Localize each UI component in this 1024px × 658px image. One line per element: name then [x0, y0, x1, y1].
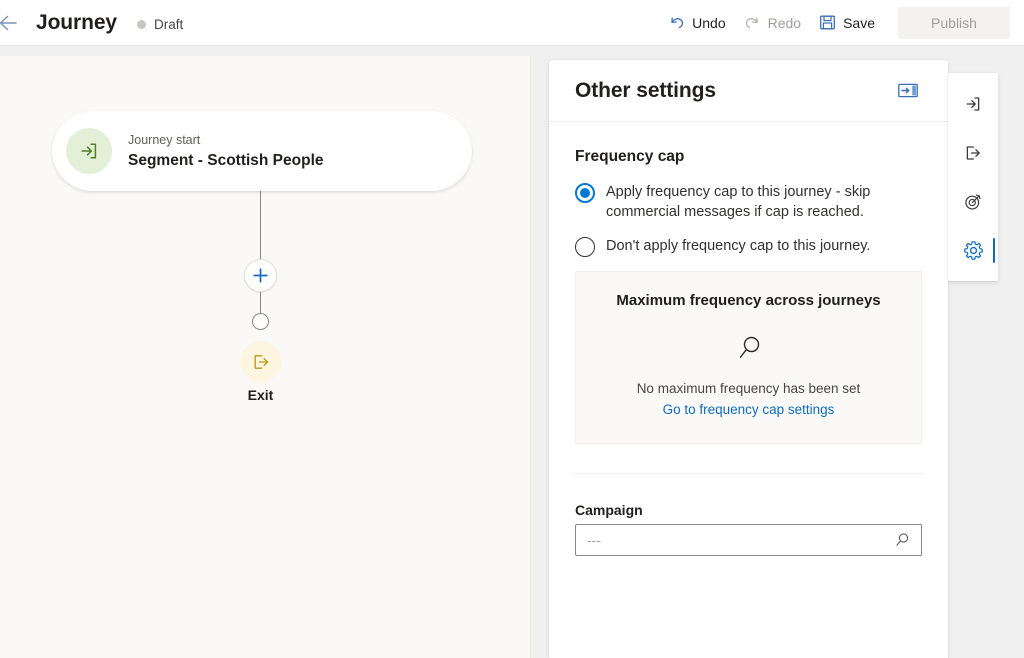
undo-button[interactable]: Undo: [659, 8, 734, 37]
rail-item-goal[interactable]: [948, 177, 998, 226]
redo-button[interactable]: Redo: [735, 8, 810, 37]
magnifier-icon: [739, 336, 759, 358]
path-end-node[interactable]: [252, 313, 269, 330]
command-bar-actions: Undo Redo Save Publish: [659, 6, 1024, 39]
exit-icon: [966, 145, 980, 160]
radio-apply-frequency-cap-control[interactable]: [575, 183, 595, 203]
campaign-lookup[interactable]: [575, 524, 922, 556]
enter-icon: [81, 143, 97, 159]
campaign-field-group: Campaign: [575, 502, 922, 556]
rail-item-other-settings[interactable]: [948, 226, 998, 275]
panel-divider: [575, 473, 922, 474]
command-bar: Journey Draft Undo Redo Save Publish: [0, 0, 1024, 46]
exit-node[interactable]: [240, 341, 281, 382]
entry-icon: [966, 96, 980, 111]
publish-button[interactable]: Publish: [898, 6, 1010, 39]
connector-line-top: [260, 191, 261, 259]
goal-icon: [965, 194, 981, 210]
other-settings-panel: Other settings Frequency cap Apply frequ…: [549, 60, 948, 658]
panel-body: Frequency cap Apply frequency cap to thi…: [549, 122, 948, 556]
journey-canvas[interactable]: Journey start Segment - Scottish People …: [0, 56, 531, 658]
add-step-button[interactable]: [244, 259, 277, 292]
status-badge: Draft: [137, 17, 183, 32]
connector-line-bottom: [260, 292, 261, 314]
frequency-cap-settings-link[interactable]: Go to frequency cap settings: [663, 402, 835, 417]
page-title: Journey: [36, 10, 117, 34]
back-button[interactable]: [0, 8, 22, 38]
undo-label: Undo: [692, 14, 726, 31]
max-frequency-empty-illustration: [592, 333, 905, 363]
journey-designer-app: Journey Draft Undo Redo Save Publish Jou…: [0, 0, 1024, 658]
undo-icon: [668, 14, 685, 31]
radio-dont-apply-frequency-cap-label: Don't apply frequency cap to this journe…: [606, 238, 871, 254]
save-button[interactable]: Save: [810, 8, 884, 37]
max-frequency-card: Maximum frequency across journeys No max…: [575, 271, 922, 444]
redo-label: Redo: [767, 14, 802, 31]
journey-settings-rail: [948, 73, 998, 281]
radio-dont-apply-frequency-cap-control[interactable]: [575, 237, 595, 257]
rail-item-journey-start[interactable]: [948, 79, 998, 128]
journey-start-card[interactable]: Journey start Segment - Scottish People: [52, 111, 472, 191]
panel-collapse-icon: [898, 83, 918, 98]
status-label: Draft: [154, 16, 184, 32]
arrow-left-icon: [0, 15, 17, 30]
campaign-label: Campaign: [575, 502, 643, 518]
panel-title: Other settings: [575, 78, 716, 102]
radio-dont-apply-frequency-cap[interactable]: Don't apply frequency cap to this journe…: [575, 236, 922, 257]
radio-apply-frequency-cap[interactable]: Apply frequency cap to this journey - sk…: [575, 182, 922, 222]
panel-header: Other settings: [549, 60, 948, 122]
save-icon: [819, 14, 836, 31]
search-icon: [896, 533, 909, 546]
radio-apply-frequency-cap-label: Apply frequency cap to this journey - sk…: [606, 184, 871, 220]
exit-node-label: Exit: [247, 387, 274, 403]
rail-item-exit[interactable]: [948, 128, 998, 177]
journey-start-icon: [66, 128, 112, 174]
plus-icon: [253, 268, 268, 283]
exit-icon: [254, 354, 268, 369]
journey-start-name: Segment - Scottish People: [128, 151, 324, 169]
journey-start-kicker: Journey start: [128, 132, 201, 147]
collapse-panel-button[interactable]: [894, 79, 922, 102]
title-block: Journey Draft: [36, 11, 183, 35]
journey-start-text: Journey start Segment - Scottish People: [128, 132, 324, 171]
max-frequency-empty-text: No maximum frequency has been set: [636, 381, 861, 396]
max-frequency-card-title: Maximum frequency across journeys: [616, 292, 881, 309]
save-label: Save: [843, 14, 875, 31]
gear-icon: [963, 241, 983, 260]
campaign-search-button[interactable]: [891, 529, 913, 551]
status-dot-icon: [137, 19, 146, 29]
campaign-input[interactable]: [587, 525, 891, 555]
redo-icon: [744, 14, 761, 31]
frequency-cap-heading: Frequency cap: [575, 148, 685, 165]
